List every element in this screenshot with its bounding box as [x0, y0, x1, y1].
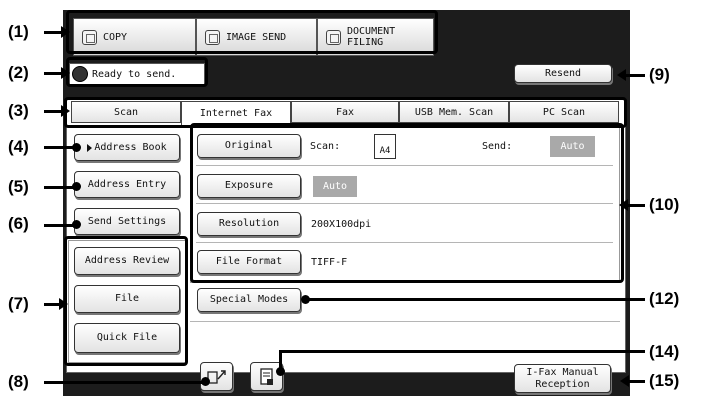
- callout-line: [44, 146, 74, 149]
- callout-12: (12): [649, 289, 680, 308]
- callout-6: (6): [8, 214, 29, 233]
- callout-dot: [201, 377, 210, 386]
- arrow-right-icon: [61, 26, 70, 38]
- special-modes-button[interactable]: Special Modes: [197, 288, 301, 312]
- address-book-label: Address Book: [94, 141, 167, 153]
- callout-dot: [72, 182, 81, 191]
- callout-line: [305, 298, 645, 301]
- callout-line: [279, 350, 645, 353]
- callout-line: [627, 204, 645, 207]
- callout-line: [44, 186, 74, 189]
- callout-dot: [276, 367, 285, 376]
- callout-line: [628, 380, 645, 383]
- callout-15: (15): [649, 371, 680, 390]
- callout-line: [44, 224, 74, 227]
- callout-dot: [72, 220, 81, 229]
- callout-line: [44, 72, 62, 75]
- callout-10: (10): [649, 195, 680, 214]
- resend-button[interactable]: Resend: [514, 64, 612, 83]
- ifax-manual-reception-button[interactable]: I-Fax Manual Reception: [514, 364, 611, 393]
- callout-3: (3): [8, 101, 29, 120]
- divider: [190, 321, 620, 322]
- arrow-right-icon: [59, 298, 68, 310]
- callout-5: (5): [8, 177, 29, 196]
- address-entry-button[interactable]: Address Entry: [74, 171, 180, 198]
- callout-8: (8): [8, 372, 29, 391]
- mode-tabs-highlight: [66, 10, 438, 54]
- callout-line: [44, 110, 62, 113]
- arrow-right-icon: [61, 105, 70, 117]
- callout-dot: [72, 143, 81, 152]
- status-highlight: [66, 57, 208, 87]
- callout-7: (7): [8, 294, 29, 313]
- callout-line: [44, 31, 62, 34]
- play-triangle-icon: [87, 143, 93, 152]
- callout-9: (9): [649, 65, 670, 84]
- callout-14: (14): [649, 342, 680, 361]
- left-group-highlight: [64, 236, 188, 366]
- callout-2: (2): [8, 63, 29, 82]
- callout-4: (4): [8, 137, 29, 156]
- callout-line: [625, 74, 645, 77]
- callout-line: [44, 381, 204, 384]
- arrow-right-icon: [61, 67, 70, 79]
- callout-1: (1): [8, 22, 29, 41]
- send-settings-button[interactable]: Send Settings: [74, 208, 180, 235]
- address-book-button[interactable]: Address Book: [74, 134, 180, 161]
- settings-highlight: [190, 123, 624, 283]
- document-lock-icon: [259, 367, 273, 385]
